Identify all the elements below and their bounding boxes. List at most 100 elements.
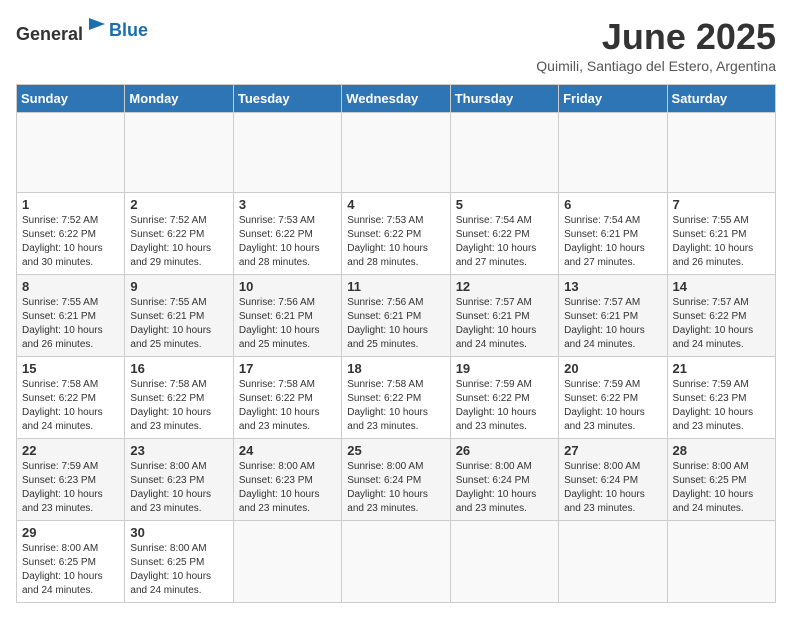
- day-info: Sunrise: 8:00 AMSunset: 6:23 PMDaylight:…: [239, 460, 336, 516]
- calendar-day-header: Wednesday: [342, 85, 450, 113]
- day-number: 16: [130, 361, 227, 376]
- day-number: 18: [347, 361, 444, 376]
- calendar-day-cell: [450, 521, 558, 603]
- calendar-day-cell: 18 Sunrise: 7:58 AMSunset: 6:22 PMDayligh…: [342, 357, 450, 439]
- day-number: 4: [347, 197, 444, 212]
- calendar-day-cell: [17, 113, 125, 193]
- day-info: Sunrise: 7:59 AMSunset: 6:22 PMDaylight:…: [456, 378, 553, 434]
- logo-text-blue: Blue: [109, 20, 148, 40]
- day-number: 20: [564, 361, 661, 376]
- calendar-day-cell: 16Sunrise: 7:58 AMSunset: 6:22 PMDayligh…: [125, 357, 233, 439]
- day-info: Sunrise: 8:00 AMSunset: 6:24 PMDaylight:…: [347, 460, 444, 516]
- day-info: Sunrise: 7:57 AMSunset: 6:21 PMDaylight:…: [456, 296, 553, 352]
- day-info: Sunrise: 7:54 AMSunset: 6:21 PMDaylight:…: [564, 214, 661, 270]
- calendar-day-cell: 8Sunrise: 7:55 AMSunset: 6:21 PMDaylight…: [17, 275, 125, 357]
- day-number: 21: [673, 361, 770, 376]
- day-number: 11: [347, 279, 444, 294]
- page-header: General Blue June 2025 Quimili, Santiago…: [16, 16, 776, 74]
- day-info: Sunrise: 7:55 AMSunset: 6:21 PMDaylight:…: [673, 214, 770, 270]
- day-info: Sunrise: 7:59 AMSunset: 6:23 PMDaylight:…: [673, 378, 770, 434]
- day-number: 23: [130, 443, 227, 458]
- calendar-day-cell: [233, 113, 341, 193]
- day-number: 2: [130, 197, 227, 212]
- calendar-day-header: Saturday: [667, 85, 775, 113]
- calendar-day-cell: 29 Sunrise: 8:00 AMSunset: 6:25 PMDayligh…: [17, 521, 125, 603]
- calendar-day-cell: 27 Sunrise: 8:00 AMSunset: 6:24 PMDayligh…: [559, 439, 667, 521]
- calendar-subtitle: Quimili, Santiago del Estero, Argentina: [536, 58, 776, 74]
- calendar-day-cell: 10Sunrise: 7:56 AMSunset: 6:21 PMDayligh…: [233, 275, 341, 357]
- day-number: 9: [130, 279, 227, 294]
- calendar-day-cell: 20Sunrise: 7:59 AMSunset: 6:22 PMDayligh…: [559, 357, 667, 439]
- day-info: Sunrise: 8:00 AMSunset: 6:25 PMDaylight:…: [673, 460, 770, 516]
- calendar-day-cell: 12Sunrise: 7:57 AMSunset: 6:21 PMDayligh…: [450, 275, 558, 357]
- calendar-table: SundayMondayTuesdayWednesdayThursdayFrid…: [16, 84, 776, 603]
- day-info: Sunrise: 7:55 AMSunset: 6:21 PMDaylight:…: [22, 296, 119, 352]
- calendar-day-cell: [559, 521, 667, 603]
- logo-flag-icon: [85, 16, 109, 40]
- calendar-day-header: Sunday: [17, 85, 125, 113]
- calendar-day-cell: 11 Sunrise: 7:56 AMSunset: 6:21 PMDayligh…: [342, 275, 450, 357]
- day-number: 14: [673, 279, 770, 294]
- day-info: Sunrise: 8:00 AMSunset: 6:23 PMDaylight:…: [130, 460, 227, 516]
- calendar-header-row: SundayMondayTuesdayWednesdayThursdayFrid…: [17, 85, 776, 113]
- calendar-day-header: Friday: [559, 85, 667, 113]
- day-number: 27: [564, 443, 661, 458]
- calendar-day-cell: 28Sunrise: 8:00 AMSunset: 6:25 PMDayligh…: [667, 439, 775, 521]
- calendar-day-cell: 26 Sunrise: 8:00 AMSunset: 6:24 PMDayligh…: [450, 439, 558, 521]
- day-info: Sunrise: 7:57 AMSunset: 6:22 PMDaylight:…: [673, 296, 770, 352]
- day-info: Sunrise: 7:57 AMSunset: 6:21 PMDaylight:…: [564, 296, 661, 352]
- day-number: 26: [456, 443, 553, 458]
- calendar-day-cell: 15Sunrise: 7:58 AMSunset: 6:22 PMDayligh…: [17, 357, 125, 439]
- calendar-day-cell: 14 Sunrise: 7:57 AMSunset: 6:22 PMDayligh…: [667, 275, 775, 357]
- calendar-day-cell: 19Sunrise: 7:59 AMSunset: 6:22 PMDayligh…: [450, 357, 558, 439]
- day-info: Sunrise: 7:53 AMSunset: 6:22 PMDaylight:…: [347, 214, 444, 270]
- day-number: 29: [22, 525, 119, 540]
- day-info: Sunrise: 7:58 AMSunset: 6:22 PMDaylight:…: [239, 378, 336, 434]
- calendar-title: June 2025: [536, 16, 776, 58]
- calendar-day-header: Thursday: [450, 85, 558, 113]
- calendar-body: 1 Sunrise: 7:52 AMSunset: 6:22 PMDaylight…: [17, 113, 776, 603]
- day-info: Sunrise: 7:52 AMSunset: 6:22 PMDaylight:…: [22, 214, 119, 270]
- calendar-day-cell: 1 Sunrise: 7:52 AMSunset: 6:22 PMDaylight…: [17, 193, 125, 275]
- day-info: Sunrise: 8:00 AMSunset: 6:24 PMDaylight:…: [456, 460, 553, 516]
- day-info: Sunrise: 7:55 AMSunset: 6:21 PMDaylight:…: [130, 296, 227, 352]
- calendar-day-cell: 4 Sunrise: 7:53 AMSunset: 6:22 PMDaylight…: [342, 193, 450, 275]
- calendar-day-cell: [667, 521, 775, 603]
- calendar-day-cell: [342, 521, 450, 603]
- calendar-day-cell: [342, 113, 450, 193]
- calendar-day-header: Tuesday: [233, 85, 341, 113]
- day-info: Sunrise: 7:52 AMSunset: 6:22 PMDaylight:…: [130, 214, 227, 270]
- calendar-day-cell: 13 Sunrise: 7:57 AMSunset: 6:21 PMDayligh…: [559, 275, 667, 357]
- calendar-day-cell: [125, 113, 233, 193]
- day-info: Sunrise: 7:59 AMSunset: 6:23 PMDaylight:…: [22, 460, 119, 516]
- calendar-day-cell: [450, 113, 558, 193]
- calendar-week-row: 22Sunrise: 7:59 AMSunset: 6:23 PMDayligh…: [17, 439, 776, 521]
- calendar-day-cell: 2 Sunrise: 7:52 AMSunset: 6:22 PMDaylight…: [125, 193, 233, 275]
- day-number: 13: [564, 279, 661, 294]
- calendar-week-row: [17, 113, 776, 193]
- day-info: Sunrise: 8:00 AMSunset: 6:25 PMDaylight:…: [130, 542, 227, 598]
- day-number: 1: [22, 197, 119, 212]
- day-info: Sunrise: 7:58 AMSunset: 6:22 PMDaylight:…: [347, 378, 444, 434]
- day-info: Sunrise: 7:56 AMSunset: 6:21 PMDaylight:…: [347, 296, 444, 352]
- day-info: Sunrise: 8:00 AMSunset: 6:24 PMDaylight:…: [564, 460, 661, 516]
- day-info: Sunrise: 7:56 AMSunset: 6:21 PMDaylight:…: [239, 296, 336, 352]
- day-number: 7: [673, 197, 770, 212]
- calendar-day-cell: 25 Sunrise: 8:00 AMSunset: 6:24 PMDayligh…: [342, 439, 450, 521]
- calendar-day-cell: 6Sunrise: 7:54 AMSunset: 6:21 PMDaylight…: [559, 193, 667, 275]
- day-number: 24: [239, 443, 336, 458]
- day-info: Sunrise: 7:58 AMSunset: 6:22 PMDaylight:…: [22, 378, 119, 434]
- day-number: 3: [239, 197, 336, 212]
- day-number: 25: [347, 443, 444, 458]
- calendar-day-cell: 9 Sunrise: 7:55 AMSunset: 6:21 PMDaylight…: [125, 275, 233, 357]
- logo: General Blue: [16, 16, 148, 45]
- calendar-day-cell: 30Sunrise: 8:00 AMSunset: 6:25 PMDayligh…: [125, 521, 233, 603]
- calendar-week-row: 29 Sunrise: 8:00 AMSunset: 6:25 PMDayligh…: [17, 521, 776, 603]
- calendar-day-cell: 22Sunrise: 7:59 AMSunset: 6:23 PMDayligh…: [17, 439, 125, 521]
- calendar-day-cell: 3 Sunrise: 7:53 AMSunset: 6:22 PMDaylight…: [233, 193, 341, 275]
- day-number: 17: [239, 361, 336, 376]
- calendar-week-row: 15Sunrise: 7:58 AMSunset: 6:22 PMDayligh…: [17, 357, 776, 439]
- day-info: Sunrise: 8:00 AMSunset: 6:25 PMDaylight:…: [22, 542, 119, 598]
- day-info: Sunrise: 7:53 AMSunset: 6:22 PMDaylight:…: [239, 214, 336, 270]
- logo-text-general: General: [16, 24, 83, 44]
